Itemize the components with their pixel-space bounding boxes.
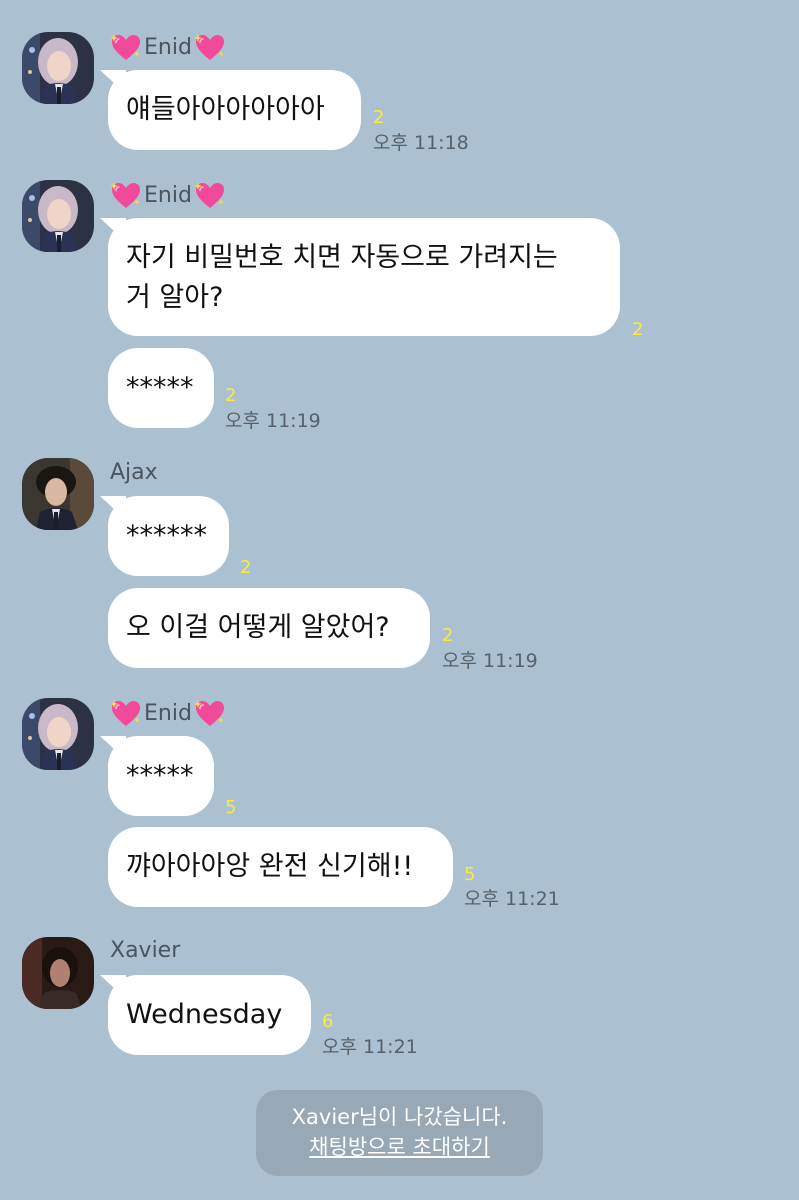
message-text: 얘들아아아아아아 <box>126 94 325 125</box>
sparkling-heart-icon <box>194 180 226 210</box>
message-bubble[interactable]: 꺄아아아앙 완전 신기해!! <box>108 827 453 907</box>
profile-photo <box>22 32 94 104</box>
avatar-ajax[interactable] <box>22 458 94 530</box>
profile-photo <box>22 937 94 1009</box>
message-bubble[interactable]: Wednesday <box>108 975 311 1055</box>
unread-count: 2 <box>442 625 454 646</box>
sender-name: Enid <box>110 698 226 728</box>
timestamp: 오후 11:18 <box>373 132 469 154</box>
sender-name-text: Enid <box>144 34 192 60</box>
unread-count: 5 <box>464 864 476 885</box>
system-notice: Xavier님이 나갔습니다. 채팅방으로 초대하기 <box>256 1090 543 1176</box>
unread-count: 2 <box>632 319 644 340</box>
sparkling-heart-icon <box>194 698 226 728</box>
message-text: 오 이걸 어떻게 알았어? <box>126 612 390 643</box>
sender-name-text: Enid <box>144 182 192 208</box>
message-bubble[interactable]: ***** <box>108 348 214 428</box>
message-text: 자기 비밀번호 치면 자동으로 가려지는 거 알아? <box>126 242 558 313</box>
sender-name: Xavier <box>110 938 180 963</box>
unread-count: 2 <box>225 385 237 406</box>
message-bubble[interactable]: 오 이걸 어떻게 알았어? <box>108 588 430 668</box>
sender-name-text: Xavier <box>110 938 181 963</box>
avatar-xavier[interactable] <box>22 937 94 1009</box>
unread-count: 2 <box>240 557 252 578</box>
sender-name-text: Enid <box>144 700 192 726</box>
sender-name: Enid <box>110 32 226 62</box>
notice-text: Xavier님이 나갔습니다. <box>291 1105 508 1129</box>
unread-count: 5 <box>225 797 237 818</box>
sender-name: Ajax <box>110 460 158 485</box>
timestamp: 오후 11:19 <box>442 650 538 672</box>
message-bubble[interactable]: ****** <box>108 496 229 576</box>
message-text: ***** <box>126 760 194 791</box>
message-bubble[interactable]: ***** <box>108 736 214 816</box>
profile-photo <box>22 458 94 530</box>
message-text: 꺄아아아앙 완전 신기해!! <box>126 851 414 882</box>
sparkling-heart-icon <box>194 32 226 62</box>
profile-photo <box>22 698 94 770</box>
unread-count: 2 <box>373 107 385 128</box>
message-text: ***** <box>126 372 194 403</box>
timestamp: 오후 11:21 <box>464 888 560 910</box>
avatar-enid[interactable] <box>22 180 94 252</box>
avatar-enid[interactable] <box>22 698 94 770</box>
profile-photo <box>22 180 94 252</box>
unread-count: 6 <box>322 1011 334 1032</box>
sparkling-heart-icon <box>110 32 142 62</box>
timestamp: 오후 11:21 <box>322 1036 418 1058</box>
message-text: ****** <box>126 520 207 551</box>
message-bubble[interactable]: 자기 비밀번호 치면 자동으로 가려지는 거 알아? <box>108 218 620 336</box>
invite-to-chat-link[interactable]: 채팅방으로 초대하기 <box>256 1132 543 1162</box>
message-bubble[interactable]: 얘들아아아아아아 <box>108 70 361 150</box>
sparkling-heart-icon <box>110 180 142 210</box>
sender-name: Enid <box>110 180 226 210</box>
sparkling-heart-icon <box>110 698 142 728</box>
message-text: Wednesday <box>126 999 283 1030</box>
timestamp: 오후 11:19 <box>225 410 321 432</box>
avatar-enid[interactable] <box>22 32 94 104</box>
sender-name-text: Ajax <box>110 460 158 485</box>
